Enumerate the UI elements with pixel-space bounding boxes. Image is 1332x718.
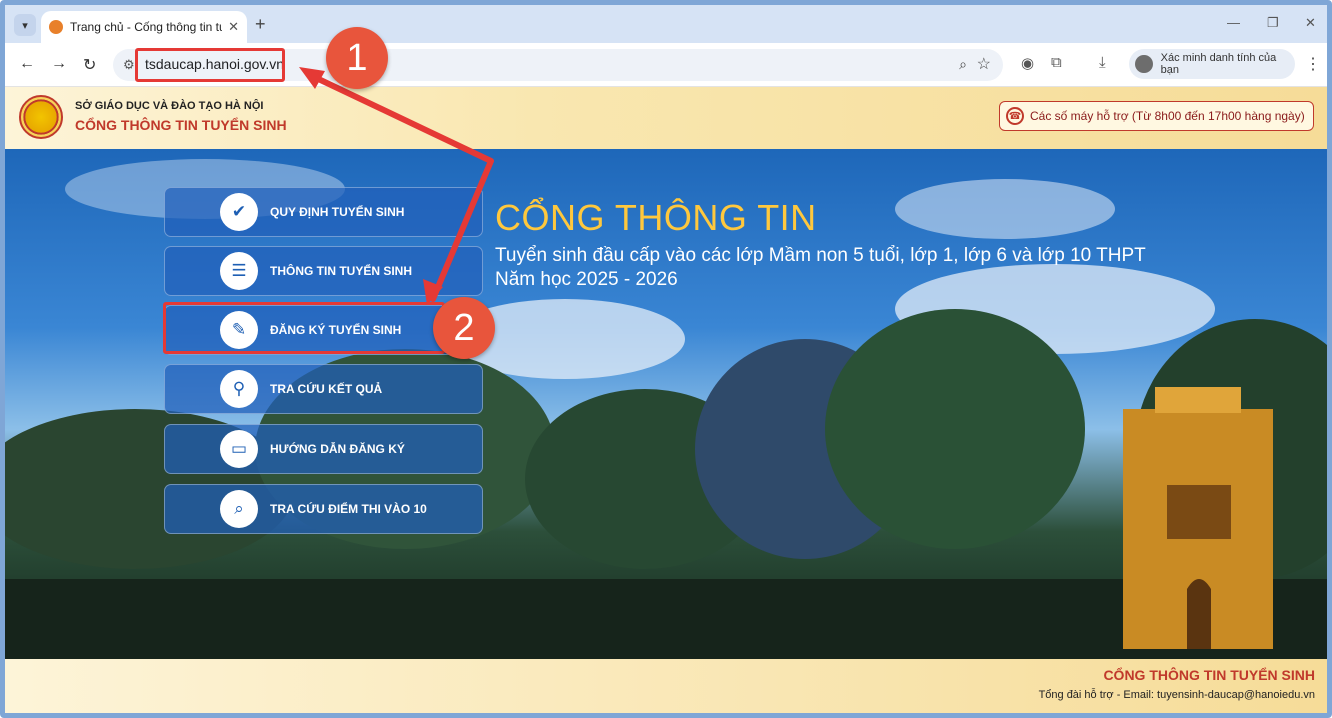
bookmark-star-icon[interactable]: ☆	[977, 54, 991, 74]
new-tab-icon[interactable]: +	[255, 14, 266, 35]
back-icon[interactable]: ←	[19, 55, 35, 73]
site-footer: CỔNG THÔNG TIN TUYỂN SINH Tổng đài hỗ tr…	[5, 659, 1327, 713]
support-hotline-button[interactable]: ☎ Các số máy hỗ trợ (Từ 8h00 đến 17h00 h…	[999, 101, 1314, 131]
reload-icon[interactable]: ↻	[83, 55, 96, 75]
menu-button-tra-cuu-diem[interactable]: ⌕ TRA CỨU ĐIỂM THI VÀO 10	[164, 484, 483, 534]
hero-subtitle: Tuyển sinh đầu cấp vào các lớp Mầm non 5…	[495, 245, 1146, 266]
extensions-icon[interactable]: ⧉	[1051, 54, 1062, 71]
search-document-icon: ⌕	[220, 490, 258, 528]
profile-label: Xác minh danh tính của bạn	[1160, 52, 1277, 76]
restore-icon[interactable]: ❐	[1267, 15, 1279, 31]
phone-icon: ☎	[1006, 107, 1024, 125]
site-header: SỞ GIÁO DỤC VÀ ĐÀO TẠO HÀ NỘI CỔNG THÔNG…	[5, 87, 1327, 149]
minimize-icon[interactable]: —	[1227, 15, 1240, 30]
browser-tab[interactable]: Trang chủ - Cống thông tin tuyể ✕	[41, 11, 247, 43]
menu-highlight-box	[163, 302, 445, 354]
portal-name: CỔNG THÔNG TIN TUYỂN SINH	[75, 117, 287, 133]
menu-button-huong-dan[interactable]: ▭ HƯỚNG DẪN ĐĂNG KÝ	[164, 424, 483, 474]
tab-strip: ▾ Trang chủ - Cống thông tin tuyể ✕ + — …	[5, 5, 1327, 43]
hero-year: Năm học 2025 - 2026	[495, 269, 678, 290]
download-icon[interactable]: ⤓	[1099, 54, 1106, 71]
clipboard-check-icon: ✔	[220, 193, 258, 231]
hero-banner: ✔ QUY ĐỊNH TUYỂN SINH ☰ THÔNG TIN TUYỂN …	[5, 149, 1327, 659]
menu-button-quy-dinh[interactable]: ✔ QUY ĐỊNH TUYỂN SINH	[164, 187, 483, 237]
step-2-callout: 2	[433, 297, 495, 359]
browser-window: ▾ Trang chủ - Cống thông tin tuyể ✕ + — …	[0, 0, 1332, 718]
site-info-icon[interactable]: ⚙	[123, 57, 135, 73]
url-highlight-box	[135, 48, 285, 82]
forward-icon[interactable]: →	[51, 55, 67, 73]
support-label: Các số máy hỗ trợ (Từ 8h00 đến 17h00 hàn…	[1030, 109, 1305, 123]
footer-contact: Tổng đài hỗ trợ - Email: tuyensinh-dauca…	[1038, 689, 1315, 701]
camera-icon[interactable]: ◉	[1021, 54, 1034, 72]
hero-title: CỔNG THÔNG TIN	[495, 197, 817, 238]
favicon-icon	[49, 20, 63, 34]
footer-title: CỔNG THÔNG TIN TUYỂN SINH	[1103, 667, 1315, 683]
notepad-icon: ☰	[220, 252, 258, 290]
tab-title: Trang chủ - Cống thông tin tuyể	[70, 20, 223, 34]
computer-guide-icon: ▭	[220, 430, 258, 468]
step-1-callout: 1	[326, 27, 388, 89]
logo[interactable]	[19, 95, 63, 139]
zoom-icon[interactable]: ⌕	[959, 56, 967, 73]
tab-search-button[interactable]: ▾	[14, 14, 36, 36]
menu-button-thong-tin[interactable]: ☰ THÔNG TIN TUYỂN SINH	[164, 246, 483, 296]
close-tab-icon[interactable]: ✕	[228, 19, 239, 35]
more-menu-icon[interactable]: ⋮	[1305, 54, 1321, 74]
menu-button-tra-cuu-ket-qua[interactable]: ⚲ TRA CỨU KẾT QUẢ	[164, 364, 483, 414]
avatar	[1135, 55, 1153, 73]
org-name: SỞ GIÁO DỤC VÀ ĐÀO TẠO HÀ NỘI	[75, 100, 264, 112]
search-person-icon: ⚲	[220, 370, 258, 408]
profile-button[interactable]: Xác minh danh tính của bạn	[1129, 49, 1295, 79]
window-close-icon[interactable]: ✕	[1305, 15, 1316, 31]
